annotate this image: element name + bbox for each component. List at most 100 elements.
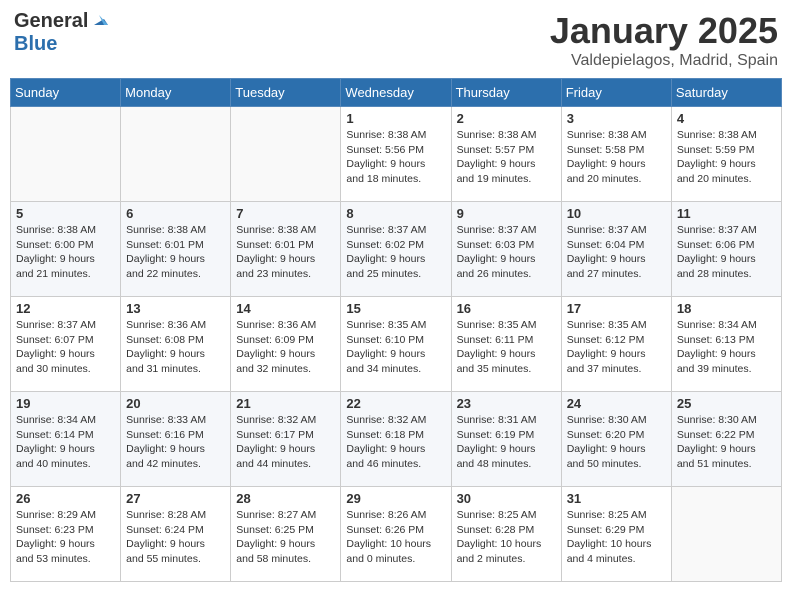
calendar-day-cell: 22 Sunrise: 8:32 AM Sunset: 6:18 PM Dayli… xyxy=(341,392,451,487)
calendar-week-row: 26 Sunrise: 8:29 AM Sunset: 6:23 PM Dayli… xyxy=(11,487,782,582)
day-info: Sunrise: 8:27 AM Sunset: 6:25 PM Dayligh… xyxy=(236,508,335,567)
day-info: Sunrise: 8:36 AM Sunset: 6:08 PM Dayligh… xyxy=(126,318,225,377)
day-info: Sunrise: 8:26 AM Sunset: 6:26 PM Dayligh… xyxy=(346,508,445,567)
weekday-header: Sunday xyxy=(11,79,121,107)
calendar-day-cell: 21 Sunrise: 8:32 AM Sunset: 6:17 PM Dayli… xyxy=(231,392,341,487)
calendar-day-cell: 3 Sunrise: 8:38 AM Sunset: 5:58 PM Daylig… xyxy=(561,107,671,202)
day-info: Sunrise: 8:37 AM Sunset: 6:02 PM Dayligh… xyxy=(346,223,445,282)
day-number: 22 xyxy=(346,396,445,411)
day-number: 27 xyxy=(126,491,225,506)
day-info: Sunrise: 8:29 AM Sunset: 6:23 PM Dayligh… xyxy=(16,508,115,567)
weekday-header: Monday xyxy=(121,79,231,107)
weekday-header: Saturday xyxy=(671,79,781,107)
day-info: Sunrise: 8:38 AM Sunset: 5:58 PM Dayligh… xyxy=(567,128,666,187)
day-number: 12 xyxy=(16,301,115,316)
weekday-header: Tuesday xyxy=(231,79,341,107)
calendar-day-cell: 15Sunrise: 8:35 AM Sunset: 6:10 PM Dayli… xyxy=(341,297,451,392)
day-number: 6 xyxy=(126,206,225,221)
day-info: Sunrise: 8:38 AM Sunset: 5:57 PM Dayligh… xyxy=(457,128,556,187)
calendar-day-cell: 31 Sunrise: 8:25 AM Sunset: 6:29 PM Dayli… xyxy=(561,487,671,582)
calendar-day-cell: 30Sunrise: 8:25 AM Sunset: 6:28 PM Dayli… xyxy=(451,487,561,582)
day-info: Sunrise: 8:38 AM Sunset: 5:59 PM Dayligh… xyxy=(677,128,776,187)
day-number: 1 xyxy=(346,111,445,126)
calendar-week-row: 19Sunrise: 8:34 AM Sunset: 6:14 PM Dayli… xyxy=(11,392,782,487)
day-info: Sunrise: 8:37 AM Sunset: 6:07 PM Dayligh… xyxy=(16,318,115,377)
calendar-day-cell xyxy=(671,487,781,582)
weekday-header: Wednesday xyxy=(341,79,451,107)
day-info: Sunrise: 8:34 AM Sunset: 6:13 PM Dayligh… xyxy=(677,318,776,377)
calendar-day-cell: 23 Sunrise: 8:31 AM Sunset: 6:19 PM Dayli… xyxy=(451,392,561,487)
title-block: January 2025 Valdepielagos, Madrid, Spai… xyxy=(550,10,778,70)
day-number: 25 xyxy=(677,396,776,411)
calendar-day-cell: 11 Sunrise: 8:37 AM Sunset: 6:06 PM Dayli… xyxy=(671,202,781,297)
day-info: Sunrise: 8:32 AM Sunset: 6:18 PM Dayligh… xyxy=(346,413,445,472)
day-number: 13 xyxy=(126,301,225,316)
month-title: January 2025 xyxy=(550,10,778,52)
day-number: 15 xyxy=(346,301,445,316)
calendar-day-cell: 7Sunrise: 8:38 AM Sunset: 6:01 PM Daylig… xyxy=(231,202,341,297)
day-number: 29 xyxy=(346,491,445,506)
day-number: 24 xyxy=(567,396,666,411)
calendar-day-cell: 16Sunrise: 8:35 AM Sunset: 6:11 PM Dayli… xyxy=(451,297,561,392)
calendar-day-cell: 17 Sunrise: 8:35 AM Sunset: 6:12 PM Dayli… xyxy=(561,297,671,392)
calendar-day-cell: 2 Sunrise: 8:38 AM Sunset: 5:57 PM Daylig… xyxy=(451,107,561,202)
day-info: Sunrise: 8:38 AM Sunset: 6:00 PM Dayligh… xyxy=(16,223,115,282)
calendar-week-row: 12 Sunrise: 8:37 AM Sunset: 6:07 PM Dayli… xyxy=(11,297,782,392)
calendar-day-cell: 28 Sunrise: 8:27 AM Sunset: 6:25 PM Dayli… xyxy=(231,487,341,582)
day-info: Sunrise: 8:37 AM Sunset: 6:06 PM Dayligh… xyxy=(677,223,776,282)
day-info: Sunrise: 8:28 AM Sunset: 6:24 PM Dayligh… xyxy=(126,508,225,567)
day-number: 31 xyxy=(567,491,666,506)
day-info: Sunrise: 8:31 AM Sunset: 6:19 PM Dayligh… xyxy=(457,413,556,472)
day-info: Sunrise: 8:30 AM Sunset: 6:22 PM Dayligh… xyxy=(677,413,776,472)
calendar-week-row: 5Sunrise: 8:38 AM Sunset: 6:00 PM Daylig… xyxy=(11,202,782,297)
day-info: Sunrise: 8:38 AM Sunset: 5:56 PM Dayligh… xyxy=(346,128,445,187)
logo: General Blue xyxy=(14,10,108,56)
day-number: 19 xyxy=(16,396,115,411)
logo-icon xyxy=(90,11,108,29)
day-info: Sunrise: 8:36 AM Sunset: 6:09 PM Dayligh… xyxy=(236,318,335,377)
calendar-week-row: 1 Sunrise: 8:38 AM Sunset: 5:56 PM Daylig… xyxy=(11,107,782,202)
day-number: 4 xyxy=(677,111,776,126)
day-number: 26 xyxy=(16,491,115,506)
calendar-day-cell: 25 Sunrise: 8:30 AM Sunset: 6:22 PM Dayli… xyxy=(671,392,781,487)
calendar-day-cell: 4 Sunrise: 8:38 AM Sunset: 5:59 PM Daylig… xyxy=(671,107,781,202)
calendar-day-cell: 26 Sunrise: 8:29 AM Sunset: 6:23 PM Dayli… xyxy=(11,487,121,582)
calendar-day-cell: 8Sunrise: 8:37 AM Sunset: 6:02 PM Daylig… xyxy=(341,202,451,297)
day-number: 18 xyxy=(677,301,776,316)
day-number: 2 xyxy=(457,111,556,126)
day-number: 3 xyxy=(567,111,666,126)
calendar-day-cell xyxy=(11,107,121,202)
logo-blue-text: Blue xyxy=(14,33,57,56)
calendar-day-cell: 13 Sunrise: 8:36 AM Sunset: 6:08 PM Dayli… xyxy=(121,297,231,392)
logo-general-text: General xyxy=(14,10,88,33)
calendar-day-cell: 27 Sunrise: 8:28 AM Sunset: 6:24 PM Dayli… xyxy=(121,487,231,582)
calendar-header-row: SundayMondayTuesdayWednesdayThursdayFrid… xyxy=(11,79,782,107)
day-info: Sunrise: 8:25 AM Sunset: 6:29 PM Dayligh… xyxy=(567,508,666,567)
calendar-day-cell: 5Sunrise: 8:38 AM Sunset: 6:00 PM Daylig… xyxy=(11,202,121,297)
day-number: 11 xyxy=(677,206,776,221)
calendar-day-cell: 24 Sunrise: 8:30 AM Sunset: 6:20 PM Dayli… xyxy=(561,392,671,487)
calendar-day-cell: 14 Sunrise: 8:36 AM Sunset: 6:09 PM Dayli… xyxy=(231,297,341,392)
day-info: Sunrise: 8:37 AM Sunset: 6:04 PM Dayligh… xyxy=(567,223,666,282)
day-number: 17 xyxy=(567,301,666,316)
calendar-day-cell: 6Sunrise: 8:38 AM Sunset: 6:01 PM Daylig… xyxy=(121,202,231,297)
day-info: Sunrise: 8:35 AM Sunset: 6:11 PM Dayligh… xyxy=(457,318,556,377)
day-number: 14 xyxy=(236,301,335,316)
calendar-day-cell: 20Sunrise: 8:33 AM Sunset: 6:16 PM Dayli… xyxy=(121,392,231,487)
day-number: 10 xyxy=(567,206,666,221)
day-info: Sunrise: 8:30 AM Sunset: 6:20 PM Dayligh… xyxy=(567,413,666,472)
calendar-day-cell: 19Sunrise: 8:34 AM Sunset: 6:14 PM Dayli… xyxy=(11,392,121,487)
day-info: Sunrise: 8:37 AM Sunset: 6:03 PM Dayligh… xyxy=(457,223,556,282)
day-number: 21 xyxy=(236,396,335,411)
page-header: General Blue January 2025 Valdepielagos,… xyxy=(10,10,782,70)
day-info: Sunrise: 8:32 AM Sunset: 6:17 PM Dayligh… xyxy=(236,413,335,472)
weekday-header: Thursday xyxy=(451,79,561,107)
day-info: Sunrise: 8:25 AM Sunset: 6:28 PM Dayligh… xyxy=(457,508,556,567)
weekday-header: Friday xyxy=(561,79,671,107)
calendar-day-cell: 18 Sunrise: 8:34 AM Sunset: 6:13 PM Dayli… xyxy=(671,297,781,392)
calendar-day-cell: 1 Sunrise: 8:38 AM Sunset: 5:56 PM Daylig… xyxy=(341,107,451,202)
day-number: 23 xyxy=(457,396,556,411)
day-number: 9 xyxy=(457,206,556,221)
day-info: Sunrise: 8:35 AM Sunset: 6:12 PM Dayligh… xyxy=(567,318,666,377)
day-number: 28 xyxy=(236,491,335,506)
